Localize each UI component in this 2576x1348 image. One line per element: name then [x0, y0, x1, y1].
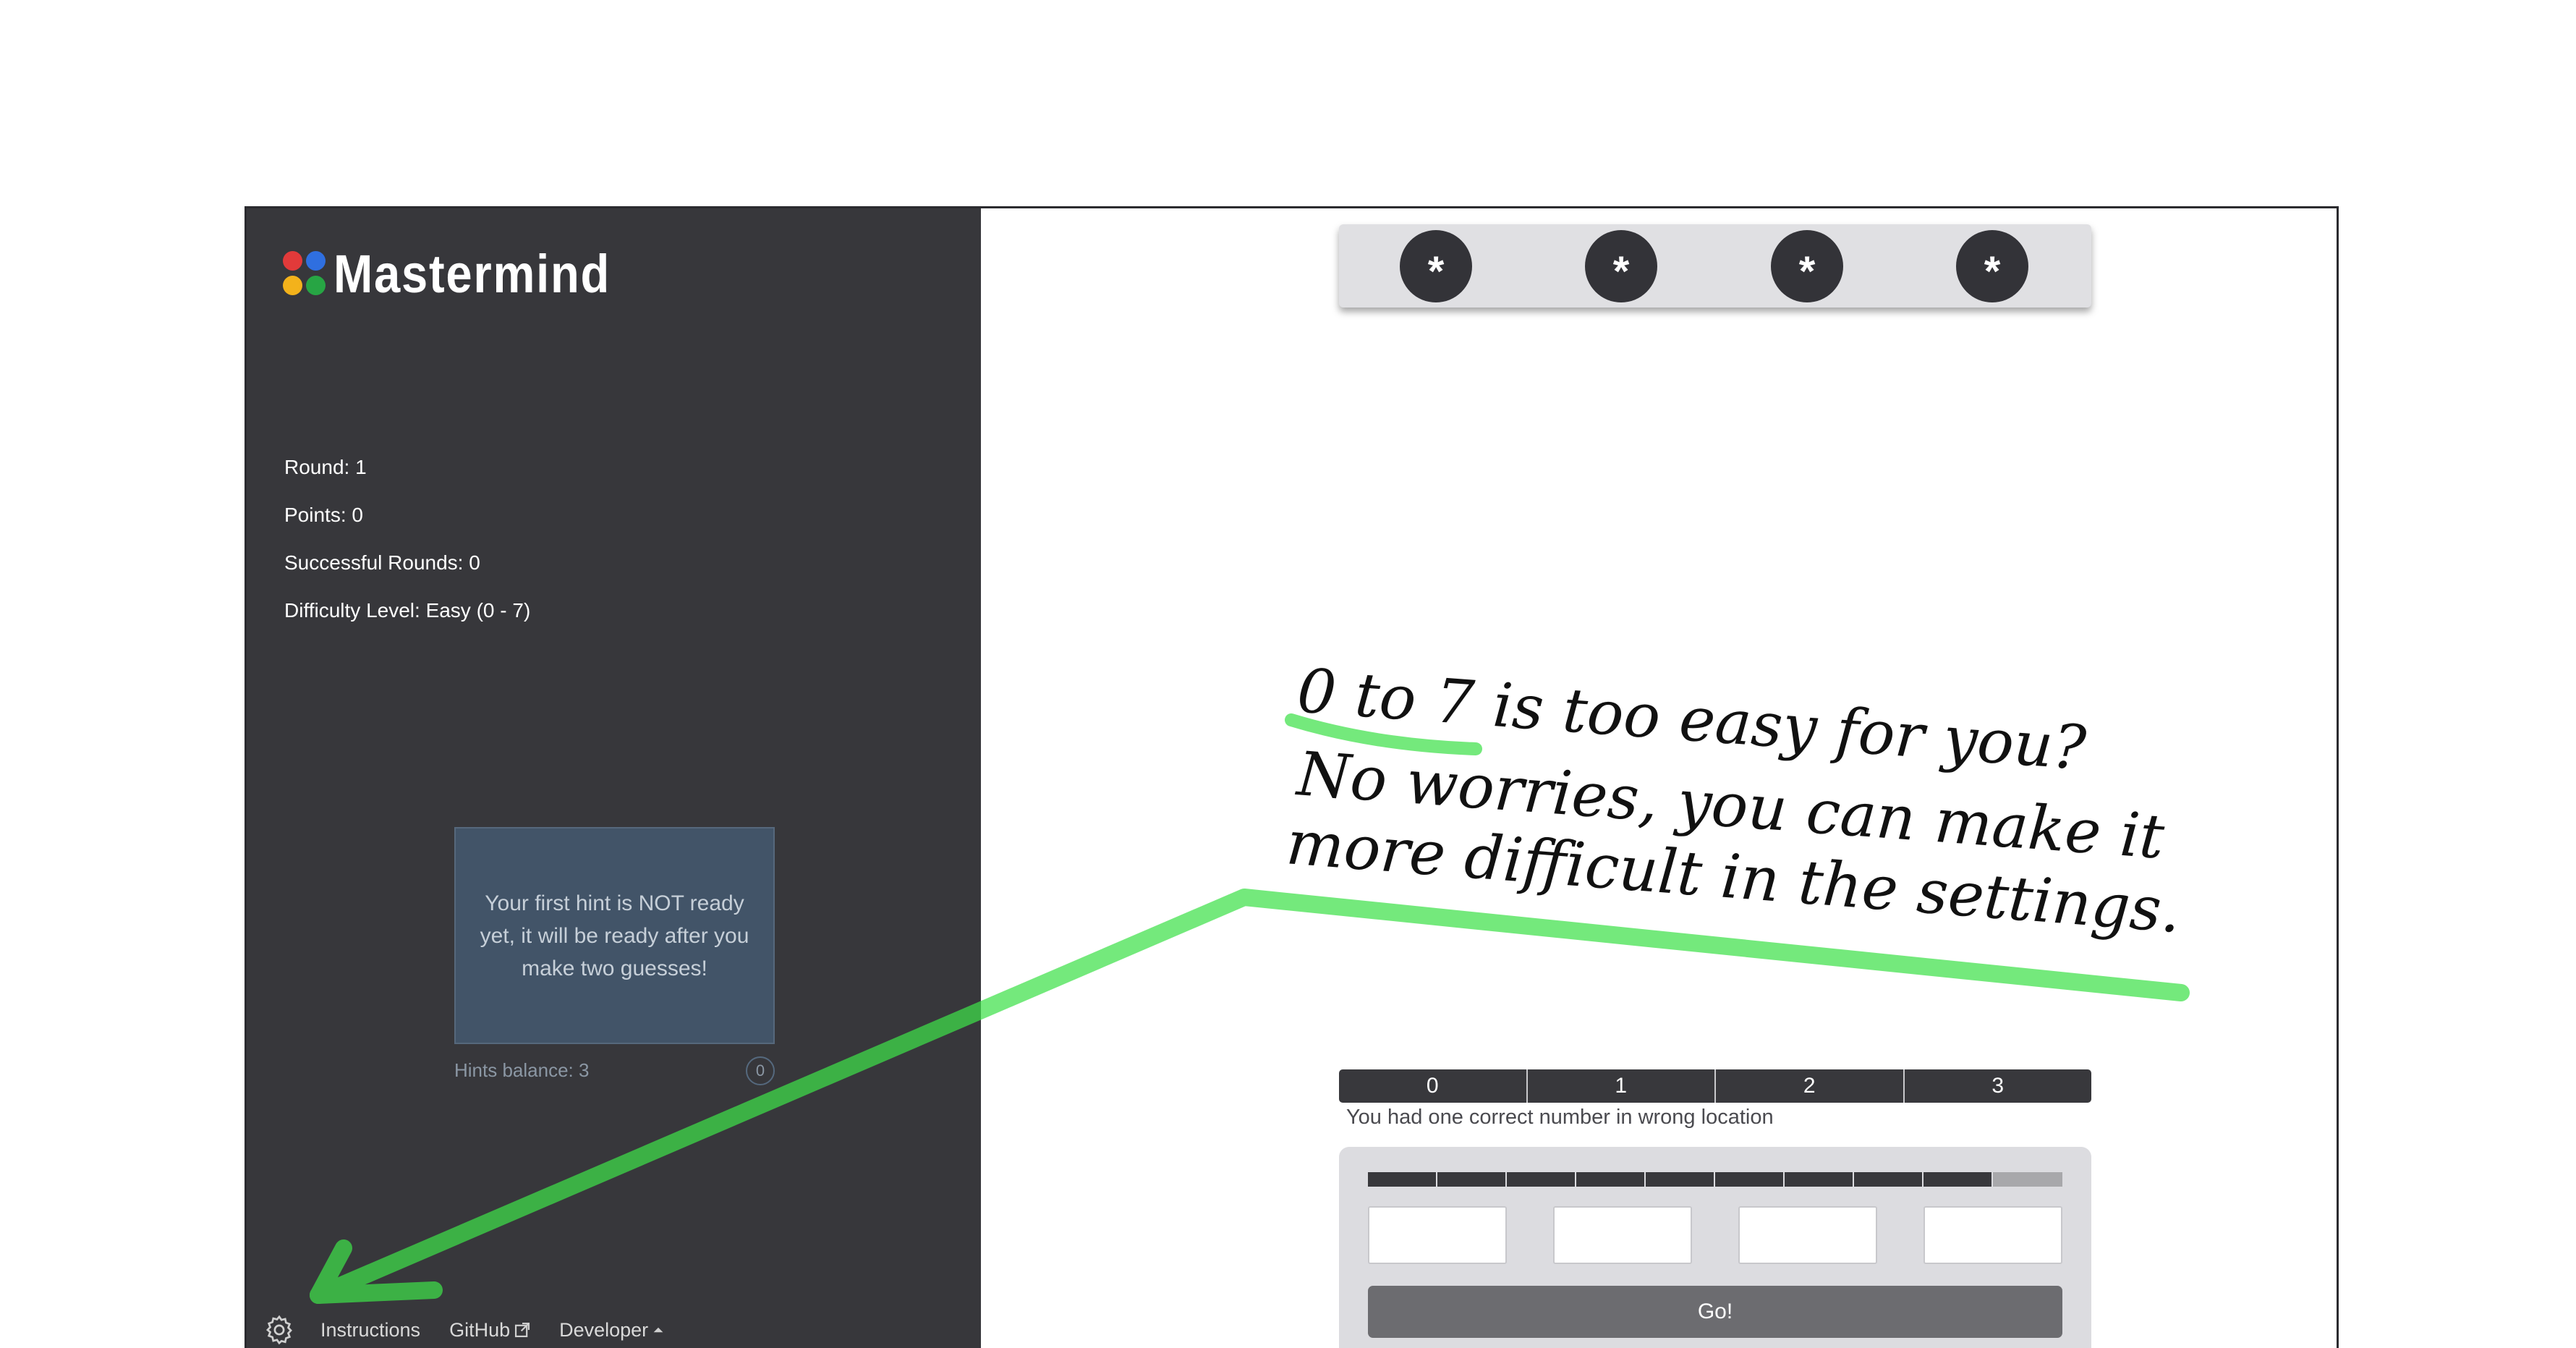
- guess-input-2[interactable]: [1738, 1206, 1877, 1264]
- go-button[interactable]: Go!: [1368, 1286, 2062, 1338]
- position-index: 0: [1426, 1074, 1439, 1098]
- position-index: 2: [1714, 1069, 1903, 1103]
- developer-dropdown[interactable]: Developer: [559, 1319, 664, 1341]
- secret-code-bar: * * * *: [1339, 224, 2091, 308]
- attempt-segment: [1924, 1172, 1993, 1187]
- hints-balance-label: Hints balance: 3: [454, 1059, 590, 1081]
- external-link-icon: [515, 1322, 530, 1338]
- attempt-segment: [1437, 1172, 1507, 1187]
- position-index: 1: [1526, 1069, 1715, 1103]
- attempt-segment: [1576, 1172, 1646, 1187]
- gear-icon[interactable]: [263, 1313, 296, 1347]
- attempts-progress-bar: [1368, 1172, 2062, 1187]
- attempt-segment: [1854, 1172, 1924, 1187]
- attempt-segment: [1715, 1172, 1785, 1187]
- stats-panel: Round: 1 Points: 0 Successful Rounds: 0 …: [284, 444, 530, 635]
- guess-panel: Go!: [1339, 1147, 2091, 1348]
- secret-peg: *: [1771, 230, 1843, 302]
- sidebar: Mastermind Round: 1 Points: 0 Successful…: [247, 208, 981, 1348]
- attempt-segment: [1785, 1172, 1854, 1187]
- instructions-label: Instructions: [320, 1318, 421, 1341]
- attempt-segment: [1646, 1172, 1715, 1187]
- secret-peg: *: [1956, 230, 2028, 302]
- guess-input-1[interactable]: [1553, 1206, 1692, 1264]
- github-link[interactable]: GitHub: [449, 1319, 530, 1341]
- secret-peg: *: [1585, 230, 1657, 302]
- instructions-link[interactable]: Instructions: [320, 1319, 420, 1341]
- difficulty-stat: Difficulty Level: Easy (0 - 7): [284, 599, 531, 622]
- guess-input-3[interactable]: [1924, 1206, 2062, 1264]
- caret-up-icon: [653, 1327, 663, 1333]
- attempt-segment: [1507, 1172, 1576, 1187]
- hints-count-badge: 0: [746, 1056, 775, 1085]
- app-logo[interactable]: Mastermind: [283, 243, 648, 305]
- hint-message: Your first hint is NOT ready yet, it wil…: [480, 891, 749, 980]
- successful-rounds-stat: Successful Rounds: 0: [284, 551, 480, 574]
- round-stat: Round: 1: [284, 456, 367, 478]
- position-index-bar: 0 1 2 3: [1339, 1069, 2091, 1103]
- points-stat: Points: 0: [284, 504, 363, 526]
- hint-card[interactable]: Your first hint is NOT ready yet, it wil…: [454, 827, 775, 1044]
- sidebar-footer: Instructions GitHub Developer: [263, 1308, 693, 1348]
- guess-inputs: [1368, 1206, 2062, 1264]
- position-index: 3: [1903, 1069, 2092, 1103]
- secret-peg: *: [1400, 230, 1472, 302]
- guess-input-0[interactable]: [1368, 1206, 1507, 1264]
- logo-dots-icon: [283, 250, 328, 297]
- developer-label: Developer: [559, 1318, 649, 1341]
- hints-balance-row: Hints balance: 3 0: [454, 1056, 775, 1085]
- app-title: Mastermind: [333, 244, 611, 304]
- attempt-segment: [1368, 1172, 1437, 1187]
- github-label: GitHub: [449, 1318, 511, 1341]
- feedback-text: You had one correct number in wrong loca…: [1346, 1106, 1774, 1129]
